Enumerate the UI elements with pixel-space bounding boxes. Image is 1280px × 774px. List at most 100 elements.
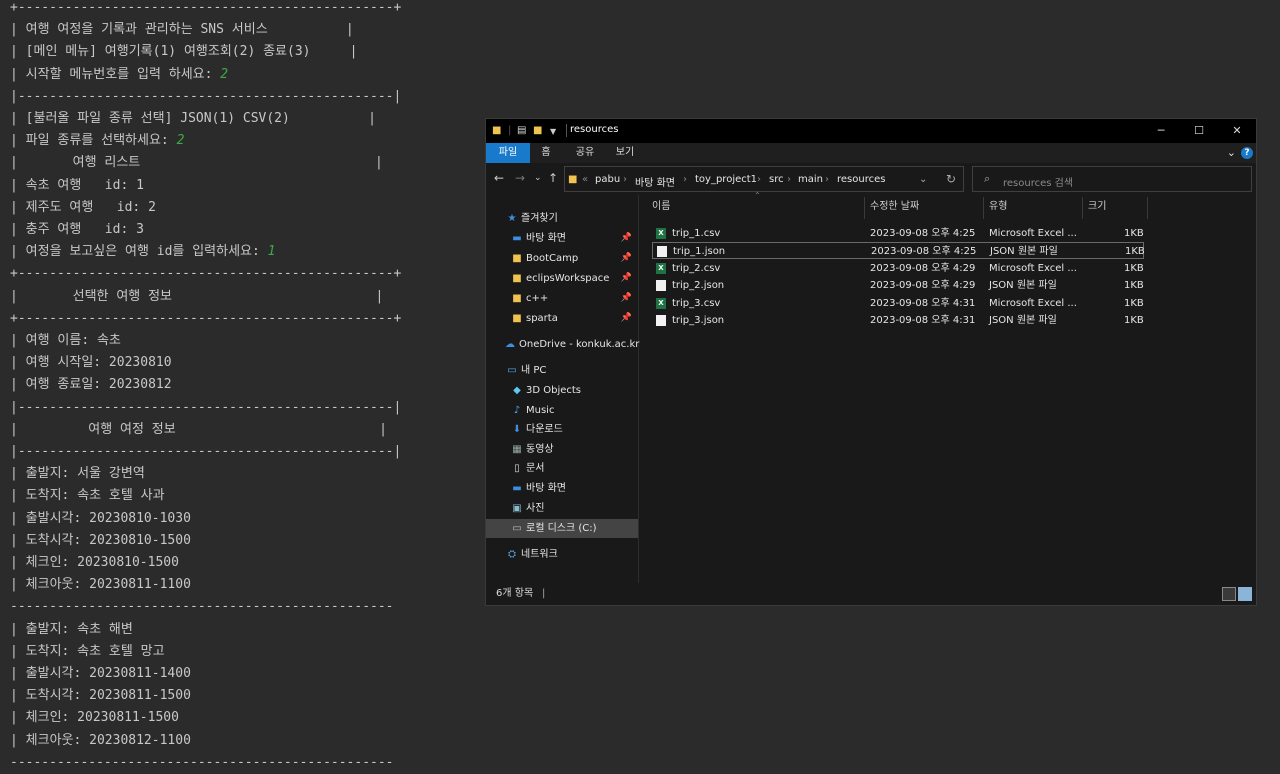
file-row[interactable]: Xtrip_3.csv 2023-09-08 오후 4:31 Microsoft E… xyxy=(652,295,1144,312)
file-type: JSON 원본 파일 xyxy=(989,315,1057,326)
excel-file-icon: X xyxy=(656,262,666,274)
console-user-input: 1 xyxy=(267,244,276,260)
breadcrumb-toy-project1[interactable]: toy_project1 xyxy=(695,174,757,185)
column-header-name[interactable]: 이름 xyxy=(652,197,864,217)
console-line: | 도착시각: 20230810-1500 xyxy=(10,530,191,552)
details-view-button[interactable] xyxy=(1222,587,1236,601)
customize-quick-access-icon[interactable]: ▼ xyxy=(550,127,556,136)
file-row[interactable]: trip_2.json 2023-09-08 오후 4:29 JSON 원본 파일 1… xyxy=(652,277,1144,294)
nav-label: 동영상 xyxy=(526,444,554,455)
address-dropdown-chevron-icon[interactable]: ⌄ xyxy=(919,174,927,185)
console-line: | 여행 시작일: 20230810 xyxy=(10,352,172,374)
pin-icon: 📌 xyxy=(620,253,632,263)
search-box[interactable]: ⌕ resources 검색 xyxy=(972,166,1252,192)
column-header-type[interactable]: 유형 xyxy=(989,197,1007,217)
breadcrumb-resources[interactable]: resources xyxy=(837,174,885,185)
nav-music[interactable]: ♪ Music xyxy=(511,401,555,420)
file-name: trip_3.json xyxy=(672,315,725,326)
nav-local-disk-c[interactable]: ▭ 로컬 디스크 (C:) xyxy=(486,519,638,538)
column-separator[interactable] xyxy=(864,197,865,219)
console-text: | 여행 종료일: 20230812 xyxy=(10,377,172,393)
file-row[interactable]: trip_1.json 2023-09-08 오후 4:25 JSON 원본 파일 1… xyxy=(652,242,1145,260)
file-date: 2023-09-08 오후 4:31 xyxy=(870,297,976,309)
maximize-button[interactable]: ☐ xyxy=(1184,122,1214,140)
console-line: | 도착지: 속초 호텔 사과 xyxy=(10,485,165,507)
refresh-icon[interactable]: ↻ xyxy=(946,172,956,186)
breadcrumb-src[interactable]: src xyxy=(769,174,784,185)
file-name: trip_1.csv xyxy=(672,228,721,239)
forward-arrow-icon[interactable]: → xyxy=(515,171,525,185)
large-icons-view-button[interactable] xyxy=(1238,587,1252,601)
recent-locations-chevron-icon[interactable]: ⌄ xyxy=(534,173,542,183)
console-line: | 선택한 여행 정보 | xyxy=(10,286,383,308)
console-text: ----------------------------------------… xyxy=(10,599,394,615)
up-arrow-icon[interactable]: ↑ xyxy=(548,171,558,185)
nav-this-pc[interactable]: ▭ 내 PC xyxy=(506,361,546,380)
nav-pinned-desktop[interactable]: ▬ 바탕 화면 📌 xyxy=(511,229,636,248)
properties-icon[interactable]: ▤ xyxy=(517,125,526,136)
chevron-icon: › xyxy=(757,174,761,185)
breadcrumb-desktop[interactable]: 바탕 화면 xyxy=(635,174,675,189)
nav-pinned-sparta[interactable]: ■ sparta 📌 xyxy=(511,309,636,328)
new-folder-icon[interactable]: ■ xyxy=(533,125,542,136)
console-text: | 선택한 여행 정보 | xyxy=(10,288,384,304)
nav-pictures[interactable]: ▣ 사진 xyxy=(511,499,544,518)
column-separator[interactable] xyxy=(983,197,984,219)
console-line: | 체크인: 20230810-1500 xyxy=(10,552,179,574)
download-arrow-icon: ⬇ xyxy=(512,424,522,435)
file-size: 1KB xyxy=(1124,262,1144,274)
close-button[interactable]: ✕ xyxy=(1222,122,1252,140)
console-line: | 여행 리스트 | xyxy=(10,152,383,174)
tab-file[interactable]: 파일 xyxy=(486,143,530,163)
nav-videos[interactable]: ▦ 동영상 xyxy=(511,440,554,459)
nav-pinned-eclipsworkspace[interactable]: ■ eclipsWorkspace 📌 xyxy=(511,269,636,288)
desktop-icon: ▬ xyxy=(512,483,522,494)
nav-desktop[interactable]: ▬ 바탕 화면 xyxy=(511,479,566,498)
nav-label: 3D Objects xyxy=(526,385,582,396)
navigation-pane: ★ 즐겨찾기 ▬ 바탕 화면 📌 ■ BootCamp 📌 ■ eclipsWorkspac… xyxy=(486,195,639,585)
console-line: | 출발시각: 20230811-1400 xyxy=(10,663,191,685)
console-text: | 여행 여정 정보 | xyxy=(10,421,387,437)
nav-3d-objects[interactable]: ◆ 3D Objects xyxy=(511,381,581,400)
console-line: | 여행 여정 정보 | xyxy=(10,419,387,441)
column-header-date[interactable]: 수정한 날짜 xyxy=(870,197,919,217)
nav-documents[interactable]: ▯ 문서 xyxy=(511,459,544,478)
address-bar[interactable]: ■ « pabu › 바탕 화면 › toy_project1 › src › … xyxy=(564,166,964,192)
expand-ribbon-chevron-icon[interactable]: ⌄ xyxy=(1227,146,1236,159)
breadcrumb-main[interactable]: main xyxy=(798,174,823,185)
network-icon: ⛭ xyxy=(508,549,516,560)
file-row[interactable]: Xtrip_2.csv 2023-09-08 오후 4:29 Microsoft E… xyxy=(652,260,1144,277)
folder-icon: ■ xyxy=(512,273,522,284)
minimize-button[interactable]: ─ xyxy=(1146,122,1176,140)
item-count: 6개 항목 xyxy=(496,588,534,599)
file-row[interactable]: trip_3.json 2023-09-08 오후 4:31 JSON 원본 파일 1… xyxy=(652,312,1144,329)
tab-share[interactable]: 공유 xyxy=(570,143,600,163)
console-text: +---------------------------------------… xyxy=(10,310,402,326)
tab-view[interactable]: 보기 xyxy=(610,143,640,163)
file-size: 1KB xyxy=(1124,297,1144,309)
nav-network[interactable]: ⛭ 네트워크 xyxy=(506,545,558,564)
nav-label: 내 PC xyxy=(521,365,547,376)
console-line: | 여행 종료일: 20230812 xyxy=(10,374,172,396)
console-line: +---------------------------------------… xyxy=(10,0,401,19)
tab-home[interactable]: 홈 xyxy=(534,143,558,163)
console-text: | 도착지: 속초 호텔 망고 xyxy=(10,643,165,659)
nav-quick-access[interactable]: ★ 즐겨찾기 xyxy=(506,209,558,228)
nav-onedrive[interactable]: ☁ OneDrive - konkuk.ac.kr xyxy=(504,335,639,354)
file-date: 2023-09-08 오후 4:29 xyxy=(870,280,976,292)
column-header-size[interactable]: 크기 xyxy=(1088,197,1106,217)
nav-pinned-bootcamp[interactable]: ■ BootCamp 📌 xyxy=(511,249,636,268)
column-separator[interactable] xyxy=(1082,197,1083,219)
nav-downloads[interactable]: ⬇ 다운로드 xyxy=(511,420,563,439)
file-date: 2023-09-08 오후 4:25 xyxy=(871,246,977,258)
console-text: | 속초 여행 id: 1 xyxy=(10,177,144,193)
nav-pinned-cpp[interactable]: ■ c++ 📌 xyxy=(511,289,636,308)
title-separator xyxy=(566,124,567,137)
column-separator[interactable] xyxy=(1147,197,1148,219)
separator-icon: | xyxy=(508,125,512,136)
console-text: | 출발지: 속초 해변 xyxy=(10,621,133,637)
file-row[interactable]: Xtrip_1.csv 2023-09-08 오후 4:25 Microsoft E… xyxy=(652,225,1144,242)
breadcrumb-pabu[interactable]: pabu xyxy=(595,174,620,185)
back-arrow-icon[interactable]: ← xyxy=(494,171,504,185)
help-icon[interactable]: ? xyxy=(1241,147,1253,159)
